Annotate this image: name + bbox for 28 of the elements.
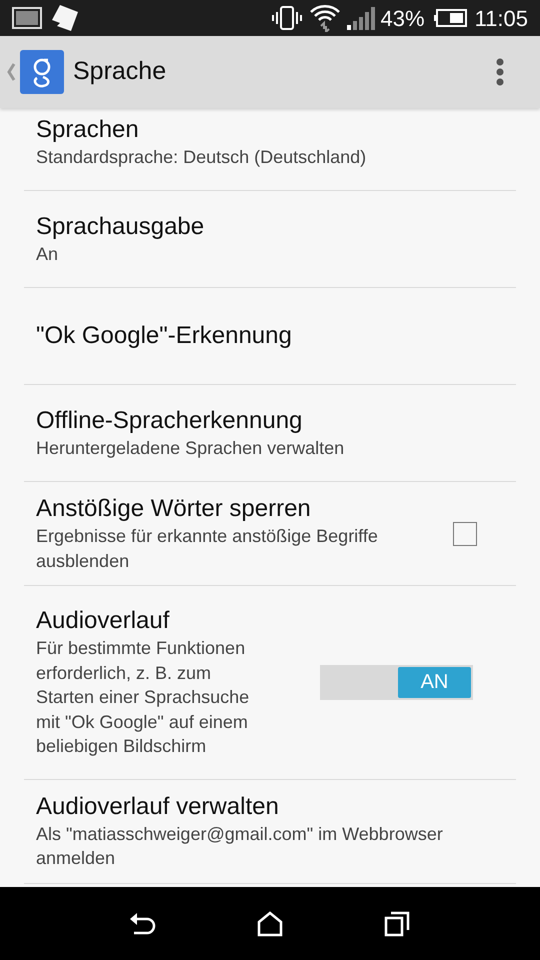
- home-icon[interactable]: [256, 910, 283, 936]
- setting-title: Sprachausgabe: [36, 212, 206, 242]
- overflow-menu-icon[interactable]: [496, 58, 504, 86]
- clock: 11:05: [474, 4, 528, 32]
- checkbox[interactable]: [453, 522, 477, 546]
- setting-summary: Ergebnisse für erkannte anstößige Begriffe ausblenden: [36, 525, 379, 572]
- screen-title: Sprache: [73, 56, 166, 88]
- setting-title: "Ok Google"-Erkennung: [36, 321, 293, 351]
- setting-title: Anstößige Wörter sperren: [36, 494, 312, 524]
- setting-title: Audioverlauf verwalten: [36, 792, 280, 822]
- vibrate-icon: [270, 5, 303, 31]
- setting-summary: An: [36, 242, 60, 266]
- signal-icon: [346, 6, 375, 30]
- setting-summary: Heruntergeladene Sprachen verwalten: [36, 436, 346, 460]
- setting-title: Offline-Spracherkennung: [36, 406, 304, 436]
- wifi-icon: [308, 4, 341, 32]
- setting-summary: Für bestimmte Funktionen erforderlich, z. B. zum Starten einer Sprachsuche mit "Ok Google" auf einem beliebigen Bildschirm: [36, 637, 250, 758]
- toggle-switch[interactable]: AN: [320, 664, 473, 700]
- setting-summary: Als "matiasschweiger@gmail.com" im Webbrowser anmelden: [36, 822, 444, 870]
- back-icon[interactable]: [130, 912, 156, 936]
- setting-title: Audioverlauf: [36, 606, 170, 636]
- battery-icon: [432, 9, 467, 27]
- battery-percent: 43%: [380, 4, 425, 32]
- setting-title: Sprachen: [36, 114, 140, 145]
- toggle-label: AN: [398, 666, 471, 698]
- recent-apps-icon[interactable]: [384, 910, 410, 936]
- setting-summary: Standardsprache: Deutsch (Deutschland): [36, 146, 368, 169]
- app-icon: [20, 50, 64, 94]
